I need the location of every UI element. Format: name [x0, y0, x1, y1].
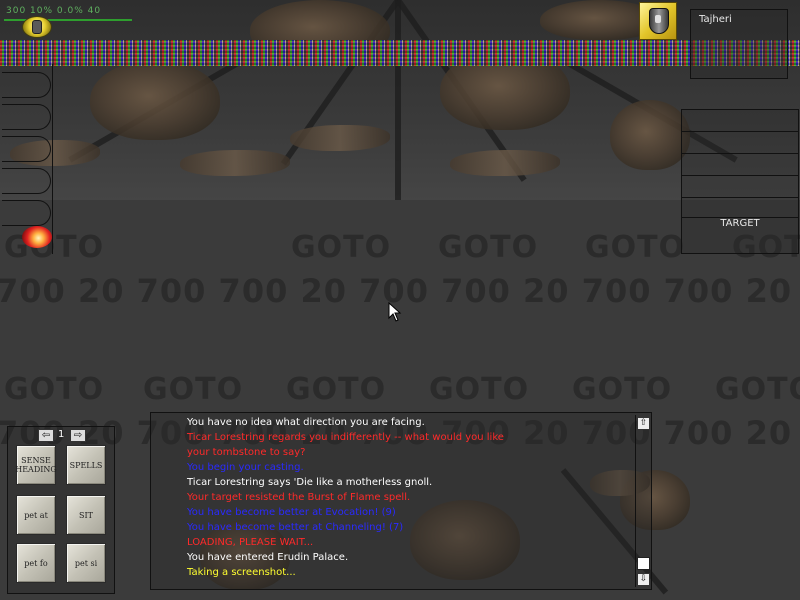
noise-strip	[0, 40, 800, 66]
hotbar-page-number: 1	[58, 429, 65, 440]
buff-slot[interactable]	[2, 136, 51, 162]
goto-texture-row: GOTOGOTOGOTOGOTOGOTOGOTO	[4, 230, 800, 265]
chat-line: Your target resisted the Burst of Flame …	[187, 492, 411, 503]
hotbutton-sense-heading[interactable]: SENSE HEADING	[15, 445, 57, 485]
buff-slot[interactable]	[2, 168, 51, 194]
hotbar-prev-arrow-icon[interactable]: ⇦	[38, 429, 54, 442]
hotbar-window: ⇦ 1 ⇨ SENSE HEADING SPELLS pet at SIT pe…	[7, 426, 115, 594]
chat-line: LOADING, PLEASE WAIT...	[187, 537, 314, 548]
chat-log: You have no idea what direction you are …	[187, 415, 627, 580]
status-hud: 300 10% 0.0% 40	[0, 0, 140, 40]
cat-texture	[610, 100, 690, 170]
goto-texture-row: GOTOGOTOGOTOGOTOGOTOGOTO	[4, 372, 800, 407]
fish-texture	[290, 125, 390, 151]
compass-icon[interactable]	[22, 16, 52, 38]
chat-line: Ticar Lorestring regards you indifferent…	[187, 432, 504, 443]
group-member-slot[interactable]	[682, 110, 798, 132]
player-window[interactable]: Tajheri	[690, 9, 788, 79]
buff-slot[interactable]	[2, 200, 51, 226]
group-member-slot[interactable]	[682, 176, 798, 198]
target-button[interactable]: TARGET	[682, 218, 798, 229]
player-name: Tajheri	[699, 14, 732, 25]
hotbutton-pet-follow[interactable]: pet fo	[16, 543, 56, 583]
hotbar-next-arrow-icon[interactable]: ⇨	[70, 429, 86, 442]
scroll-thumb[interactable]	[637, 557, 650, 570]
fire-icon[interactable]	[22, 226, 52, 248]
mouse-cursor-icon	[388, 302, 402, 322]
chat-line: You have entered Erudin Palace.	[187, 552, 349, 563]
chat-line: Taking a screenshot...	[187, 567, 296, 578]
hotbutton-sit[interactable]: SIT	[66, 495, 106, 535]
status-readout: 300 10% 0.0% 40	[6, 6, 102, 16]
hotbutton-spells[interactable]: SPELLS	[66, 445, 106, 485]
scroll-up-arrow-icon[interactable]: ⇧	[637, 417, 650, 430]
group-member-slot[interactable]	[682, 132, 798, 154]
shield-icon	[649, 8, 669, 34]
chat-line: your tombstone to say?	[187, 447, 306, 458]
chat-line: You have become better at Evocation! (9)	[187, 507, 396, 518]
hotbutton-pet-attack[interactable]: pet at	[16, 495, 56, 535]
buff-slot[interactable]	[2, 72, 51, 98]
chat-window[interactable]: You have no idea what direction you are …	[150, 412, 652, 590]
group-member-slot[interactable]	[682, 154, 798, 176]
world-ray	[395, 0, 401, 200]
buff-slot[interactable]	[2, 104, 51, 130]
chat-line: You have become better at Channeling! (7…	[187, 522, 404, 533]
chat-scrollbar[interactable]: ⇧ ⇩	[635, 415, 650, 587]
fish-texture	[450, 150, 560, 176]
scroll-down-arrow-icon[interactable]: ⇩	[637, 573, 650, 586]
chat-line: You have no idea what direction you are …	[187, 417, 425, 428]
buff-bar	[0, 64, 53, 254]
cat-texture	[90, 60, 220, 140]
shield-button[interactable]	[639, 2, 677, 40]
chat-line: Ticar Lorestring says 'Die like a mother…	[187, 477, 433, 488]
fish-texture	[180, 150, 290, 176]
hotbutton-pet-sit[interactable]: pet si	[66, 543, 106, 583]
chat-line: You begin your casting.	[187, 462, 304, 473]
group-window[interactable]: TARGET	[681, 109, 799, 254]
